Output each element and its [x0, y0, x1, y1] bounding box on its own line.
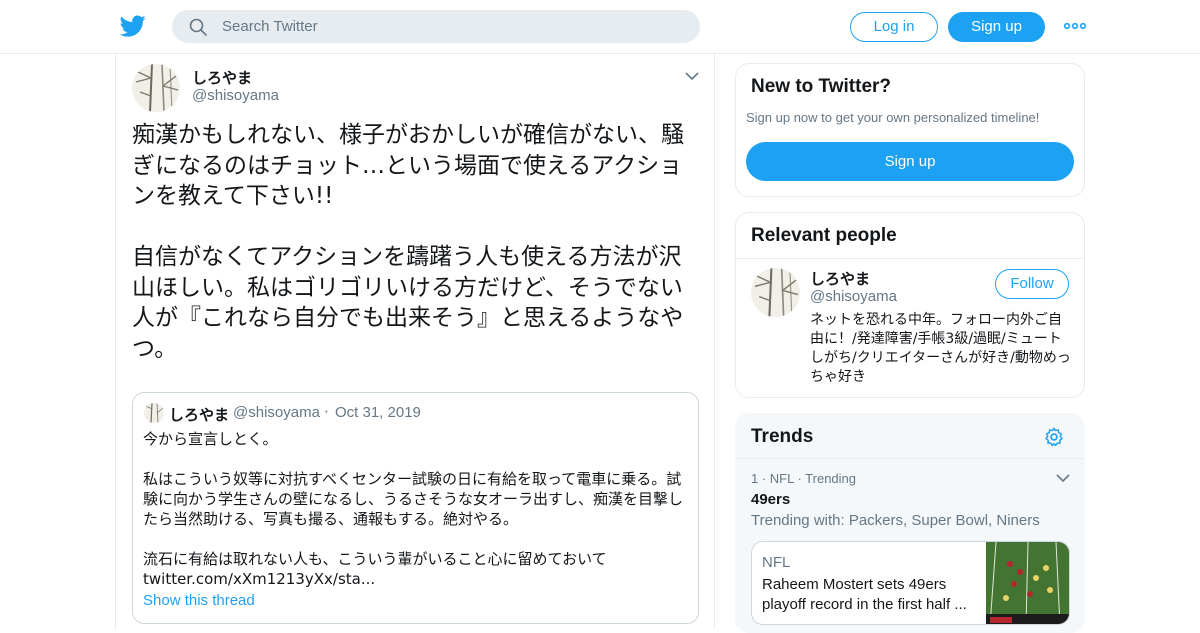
- signup-button[interactable]: Sign up: [948, 12, 1045, 42]
- quoted-author-name: しろやま: [169, 406, 230, 424]
- trend-related: Trending with: Packers, Super Bowl, Nine…: [751, 512, 1040, 529]
- chevron-down-icon[interactable]: [1056, 473, 1070, 483]
- quoted-tweet-text: 今から宣言しとく。 私はこういう奴等に対抗すべくセンター試験の日に有給を取って電…: [143, 430, 684, 588]
- trends-header: Trends: [736, 414, 1084, 459]
- more-options-icon[interactable]: [1064, 19, 1086, 33]
- search-bar[interactable]: [172, 10, 700, 43]
- card-title: New to Twitter?: [751, 76, 892, 97]
- tweet-detail-column: しろやま @shisoyama 痴漢かもしれない、様子がおかしいが確信がない、騒…: [115, 54, 715, 630]
- bamboo-avatar-image: [132, 64, 180, 112]
- news-category: NFL: [762, 554, 791, 571]
- sidebar-signup-button[interactable]: Sign up: [746, 142, 1074, 181]
- tweet-text: 痴漢かもしれない、様子がおかしいが確信がない、騒ぎになるのはチョット…という場面…: [132, 122, 684, 362]
- quoted-tweet-date: Oct 31, 2019: [335, 404, 421, 421]
- chevron-down-icon[interactable]: [685, 71, 699, 81]
- relevant-person-name[interactable]: しろやま: [810, 268, 870, 289]
- quoted-tweet[interactable]: しろやま @shisoyama · Oct 31, 2019 今から宣言しとく。…: [132, 392, 699, 624]
- bamboo-avatar-image: [751, 268, 800, 317]
- author-avatar[interactable]: [132, 64, 180, 112]
- relevant-person-handle[interactable]: @shisoyama: [810, 288, 897, 305]
- trend-news-card[interactable]: NFL Raheem Mostert sets 49ers playoff re…: [751, 541, 1070, 625]
- separator-dot: ·: [324, 403, 329, 421]
- author-name[interactable]: しろやま: [192, 67, 252, 88]
- relevant-person-avatar[interactable]: [751, 268, 800, 317]
- card-title: Trends: [751, 426, 814, 447]
- football-field-thumbnail-image: [986, 542, 1069, 624]
- author-handle[interactable]: @shisoyama: [192, 87, 279, 104]
- quoted-author-handle: @shisoyama: [233, 404, 320, 421]
- divider: [736, 258, 1084, 259]
- gear-icon[interactable]: [1043, 426, 1065, 448]
- card-title: Relevant people: [751, 225, 897, 246]
- search-input[interactable]: [222, 10, 682, 43]
- login-button[interactable]: Log in: [850, 12, 938, 42]
- twitter-bird-logo-icon[interactable]: [120, 13, 146, 39]
- relevant-people-card: Relevant people しろやま @shisoyama Follow ネ…: [735, 212, 1085, 398]
- bamboo-avatar-image: [144, 403, 164, 423]
- news-headline: Raheem Mostert sets 49ers playoff record…: [762, 576, 967, 613]
- search-icon: [189, 18, 207, 36]
- show-thread-link[interactable]: Show this thread: [143, 592, 255, 609]
- trends-card: Trends 1 · NFL · Trending 49ers Trending…: [735, 413, 1085, 633]
- trend-meta: 1 · NFL · Trending: [751, 471, 857, 486]
- follow-button[interactable]: Follow: [995, 269, 1069, 299]
- new-to-twitter-card: New to Twitter? Sign up now to get your …: [735, 63, 1085, 197]
- trend-name[interactable]: 49ers: [751, 491, 790, 508]
- top-navigation-bar: Log in Sign up: [0, 0, 1200, 54]
- card-description: Sign up now to get your own personalized…: [746, 110, 1040, 125]
- quoted-author-avatar: [144, 403, 164, 423]
- relevant-person-bio: ネットを恐れる中年。フォロー内外ご自由に！/発達障害/手帳3級/過眠/ミュートし…: [810, 312, 1071, 385]
